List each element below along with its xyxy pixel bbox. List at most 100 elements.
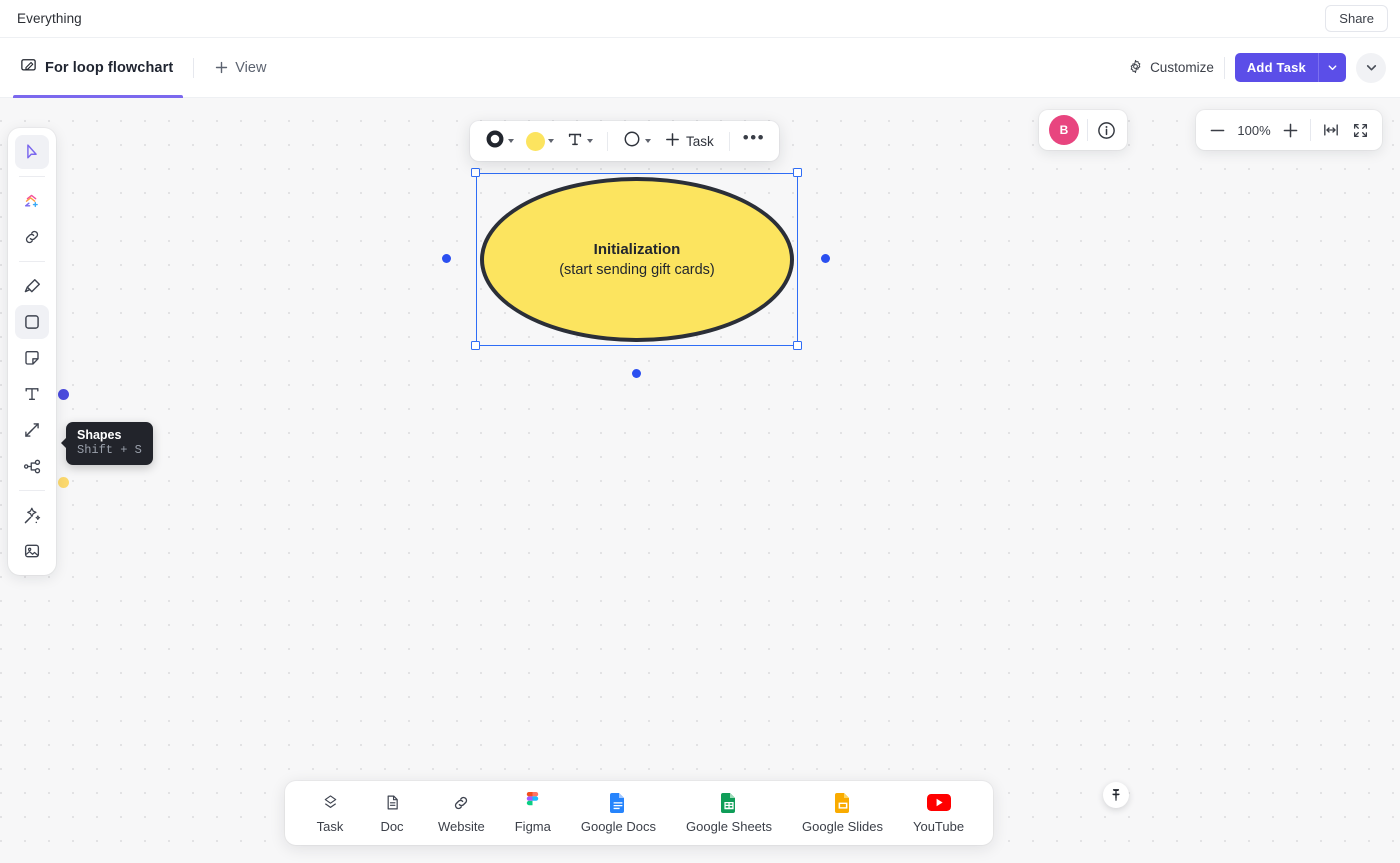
toolbar-divider-2 [728,131,730,151]
insert-figma-button[interactable]: Figma [502,787,564,840]
border-style-button[interactable] [480,125,519,158]
sidebar-item-image-tool[interactable] [15,534,49,568]
resize-handle-top-right[interactable] [793,168,802,177]
tab-for-loop-flowchart[interactable]: For loop flowchart [0,38,187,98]
sidebar-item-shapes-library[interactable] [15,184,49,218]
insert-google-sheets-button[interactable]: Google Sheets [673,787,785,840]
shapes-library-icon [25,194,38,208]
shape-anchor-left[interactable] [442,254,451,263]
view-tab-bar: For loop flowchart View Customize Add Ta… [0,38,1400,98]
insert-item-label: Website [438,818,485,834]
pin-icon [1112,789,1120,801]
plus-icon [664,131,681,151]
add-task-button[interactable]: Add Task [1234,53,1318,82]
shape-anchor-bottom[interactable] [632,369,641,378]
fill-color-swatch [526,131,545,151]
connector-arrow-icon [25,423,39,437]
add-view-button[interactable]: View [200,60,280,76]
sidebar-item-text-tool[interactable] [15,377,49,411]
sidebar-item-mindmap-tool[interactable] [15,449,49,483]
more-views-button[interactable] [1356,52,1386,83]
sidebar-item-connector-tool[interactable] [15,413,49,447]
figma-icon [525,791,540,813]
google-sheets-icon [721,792,737,813]
sidebar-item-select-tool[interactable] [15,135,49,169]
cursor-icon [27,144,37,159]
insert-item-label: Google Sheets [686,818,773,834]
insert-google-slides-button[interactable]: Google Slides [789,787,896,840]
share-button[interactable]: Share [1325,5,1388,32]
rail-divider-3 [19,490,45,491]
google-docs-icon [610,792,626,813]
info-button[interactable] [1096,120,1117,141]
zoom-out-button[interactable] [1208,121,1227,140]
rail-divider-2 [19,261,45,262]
sidebar-item-sticky-note-tool[interactable] [15,341,49,375]
insert-google-docs-button[interactable]: Google Docs [568,787,669,840]
rail-divider-1 [19,176,45,177]
mindmap-icon [23,459,40,473]
sidebar-item-ai-tool[interactable] [15,498,49,532]
sidebar-item-shapes-tool[interactable] [15,305,49,339]
insert-item-label: Figma [514,818,551,834]
shape-context-toolbar: Task ••• [470,121,780,161]
selection-frame [476,173,798,346]
insert-doc-button[interactable]: Doc [363,787,421,840]
convert-to-task-button[interactable]: Task [658,127,720,155]
insert-item-label: Task [316,818,344,834]
add-view-label: View [235,59,267,76]
left-tool-rail [8,128,56,575]
tooltip-shortcut: Shift + S [77,443,142,457]
collaborator-dot-blue [58,389,69,400]
resize-handle-top-left[interactable] [471,168,480,177]
action-divider [1223,56,1225,79]
whiteboard-app: Everything Share For loop flowchart View [0,0,1400,863]
chevron-down-icon [1328,65,1337,71]
thin-ring-icon [622,129,642,154]
insert-item-label: Google Slides [802,818,883,834]
zoom-in-button[interactable] [1281,121,1300,140]
insert-item-label: Google Docs [580,818,657,834]
zoom-level-label: 100% [1237,122,1271,138]
chevron-down-icon [645,139,651,143]
customize-button[interactable]: Customize [1128,59,1214,77]
chevron-down-icon [508,139,514,143]
chevron-down-icon [1366,65,1376,71]
task-label: Task [686,133,714,149]
insert-website-button[interactable]: Website [425,787,498,840]
tabbar-actions: Customize Add Task [1128,52,1386,83]
top-header-actions: Share [1325,5,1388,32]
tooltip-title: Shapes [77,428,122,442]
insert-youtube-button[interactable]: YouTube [900,787,977,840]
presence-bar: B [1039,110,1127,150]
shape-anchor-right[interactable] [821,254,830,263]
pin-toolbar-button[interactable] [1103,782,1129,808]
link-icon [25,230,39,244]
page-title: Everything [17,11,82,26]
toolbar-divider [607,131,608,151]
sidebar-item-marker-tool[interactable] [15,269,49,303]
resize-handle-bottom-left[interactable] [471,341,480,350]
tab-divider [193,57,195,78]
more-options-button[interactable]: ••• [739,129,769,150]
insert-object-bar: Task Doc Website Figma Google Docs Googl… [285,781,994,845]
resize-handle-bottom-right[interactable] [793,341,802,350]
shape-type-button[interactable] [617,125,656,158]
selection-box [476,173,798,346]
fill-color-button[interactable] [521,128,559,155]
text-t-icon [25,388,39,401]
thick-ring-icon [485,129,505,154]
zoom-controls: 100% [1196,110,1382,150]
avatar[interactable]: B [1049,115,1079,145]
insert-task-button[interactable]: Task [301,787,359,840]
fullscreen-button[interactable] [1351,121,1370,140]
add-task-dropdown-button[interactable] [1318,53,1346,82]
magic-wand-icon [24,507,40,523]
info-circle-icon [1098,121,1115,139]
sidebar-item-link-tool[interactable] [15,220,49,254]
customize-label: Customize [1150,60,1214,75]
fit-to-width-button[interactable] [1321,120,1341,140]
text-style-button[interactable] [561,126,598,157]
text-t-icon [566,130,584,153]
collaborator-dot-yellow [58,477,69,488]
